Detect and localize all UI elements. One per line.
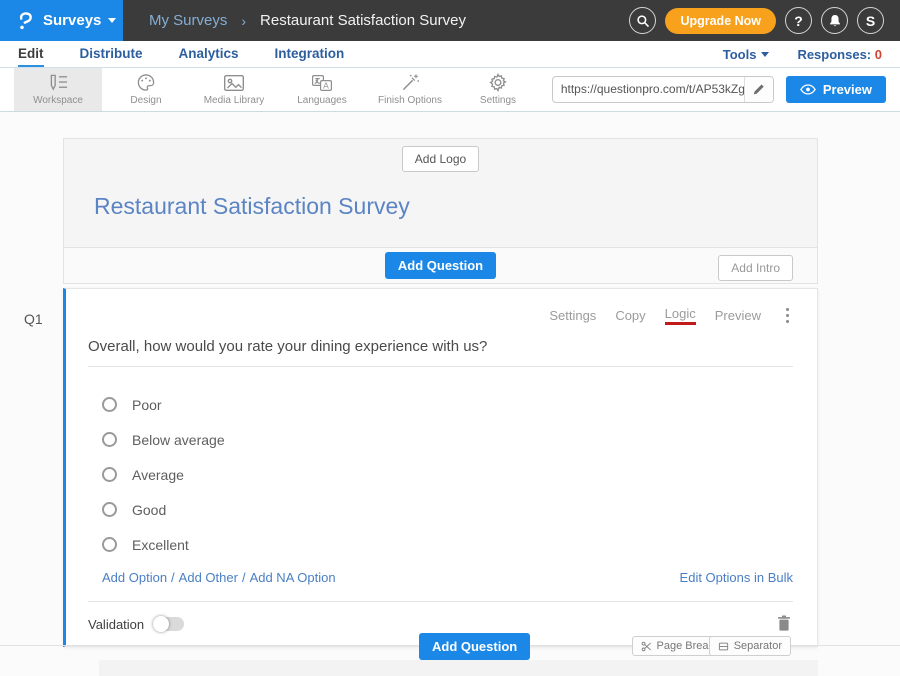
add-intro-button[interactable]: Add Intro: [718, 255, 793, 281]
settings-icon: [488, 73, 508, 92]
top-bar: Surveys My Surveys › Restaurant Satisfac…: [0, 0, 900, 41]
breadcrumb-separator: ›: [241, 13, 246, 29]
trash-icon: [777, 615, 791, 631]
add-logo-button[interactable]: Add Logo: [402, 146, 479, 172]
toolbar-item-finish-options[interactable]: Finish Options: [366, 68, 454, 111]
upgrade-now-button[interactable]: Upgrade Now: [665, 8, 776, 34]
radio-icon[interactable]: [102, 502, 117, 517]
edit-options-in-bulk-link[interactable]: Edit Options in Bulk: [680, 570, 793, 585]
add-question-row: Add Question Add Intro: [63, 248, 818, 284]
eye-icon: [800, 84, 816, 95]
delete-question-button[interactable]: [775, 613, 793, 636]
bell-icon: [828, 14, 842, 28]
edit-toolbar: Workspace Design Media Library A Languag…: [0, 68, 900, 112]
toolbar-item-workspace[interactable]: Workspace: [14, 68, 102, 111]
edit-url-button[interactable]: [744, 77, 773, 102]
question-logic-link[interactable]: Logic: [665, 306, 696, 325]
separator-icon: [718, 641, 729, 652]
add-other-link[interactable]: Add Other: [179, 570, 238, 585]
languages-icon: A: [311, 74, 333, 92]
questionpro-logo-icon: [18, 11, 34, 31]
topbar-actions: Upgrade Now ? S: [629, 7, 900, 34]
tools-menu[interactable]: Tools: [723, 47, 770, 62]
survey-nav: Edit Distribute Analytics Integration To…: [0, 41, 900, 68]
responses-count: 0: [875, 47, 882, 62]
question-settings-link[interactable]: Settings: [549, 308, 596, 323]
question-preview-link[interactable]: Preview: [715, 308, 761, 323]
radio-icon[interactable]: [102, 537, 117, 552]
share-url-field: https://questionpro.com/t/AP53kZgTV: [552, 76, 774, 103]
survey-header: Add Logo Restaurant Satisfaction Survey: [63, 138, 818, 248]
chevron-down-icon: [761, 52, 769, 57]
add-question-button-top[interactable]: Add Question: [385, 252, 496, 279]
validation-toggle[interactable]: [153, 617, 184, 631]
radio-icon[interactable]: [102, 397, 117, 412]
nav-tabs: Edit Distribute Analytics Integration: [18, 41, 344, 67]
option-row[interactable]: Excellent: [102, 527, 793, 562]
share-url-text[interactable]: https://questionpro.com/t/AP53kZgTV: [553, 77, 744, 102]
radio-icon[interactable]: [102, 467, 117, 482]
question-copy-link[interactable]: Copy: [615, 308, 645, 323]
toolbar-item-media-library[interactable]: Media Library: [190, 68, 278, 111]
search-icon: [636, 14, 650, 28]
survey-card: Add Logo Restaurant Satisfaction Survey …: [63, 138, 818, 647]
svg-text:A: A: [323, 80, 329, 90]
question-more-menu[interactable]: [782, 305, 793, 325]
notifications-button[interactable]: [821, 7, 848, 34]
question-card: Settings Copy Logic Preview Overall, how…: [63, 288, 818, 647]
option-row[interactable]: Below average: [102, 422, 793, 457]
scissors-icon: [641, 641, 652, 652]
workspace-icon: [48, 73, 69, 92]
search-button[interactable]: [629, 7, 656, 34]
option-links-row: Add Option/Add Other/Add NA Option Edit …: [102, 570, 793, 585]
survey-canvas: Q1 Add Logo Restaurant Satisfaction Surv…: [0, 112, 900, 676]
option-row[interactable]: Average: [102, 457, 793, 492]
nav-right: Tools Responses: 0: [723, 41, 882, 67]
separator-button[interactable]: Separator: [709, 636, 791, 656]
validation-label: Validation: [88, 617, 144, 632]
help-button[interactable]: ?: [785, 7, 812, 34]
add-na-option-link[interactable]: Add NA Option: [250, 570, 336, 585]
product-switcher[interactable]: Surveys: [0, 0, 123, 41]
tab-integration[interactable]: Integration: [275, 41, 345, 67]
add-option-link[interactable]: Add Option: [102, 570, 167, 585]
answer-options: Poor Below average Average Good Excellen…: [102, 387, 793, 562]
toolbar-item-languages[interactable]: A Languages: [278, 68, 366, 111]
option-row[interactable]: Poor: [102, 387, 793, 422]
breadcrumb-my-surveys[interactable]: My Surveys: [149, 12, 227, 29]
pencil-icon: [752, 83, 765, 96]
survey-title[interactable]: Restaurant Satisfaction Survey: [64, 172, 817, 247]
radio-icon[interactable]: [102, 432, 117, 447]
avatar[interactable]: S: [857, 7, 884, 34]
media-library-icon: [223, 74, 245, 92]
preview-button[interactable]: Preview: [786, 76, 886, 103]
toolbar-item-design[interactable]: Design: [102, 68, 190, 111]
design-icon: [136, 73, 156, 92]
question-actions: Settings Copy Logic Preview: [88, 305, 793, 325]
chevron-down-icon: [108, 18, 116, 23]
question-text[interactable]: Overall, how would you rate your dining …: [88, 338, 793, 367]
tab-analytics[interactable]: Analytics: [179, 41, 239, 67]
breadcrumb-survey-title: Restaurant Satisfaction Survey: [260, 12, 466, 29]
breadcrumb: My Surveys › Restaurant Satisfaction Sur…: [149, 12, 466, 29]
question-number: Q1: [24, 311, 43, 327]
product-name: Surveys: [43, 12, 116, 29]
toolbar-item-settings[interactable]: Settings: [454, 68, 542, 111]
responses-counter[interactable]: Responses: 0: [797, 47, 882, 62]
next-section-placeholder: [99, 660, 818, 676]
finish-options-icon: [400, 73, 420, 92]
tab-edit[interactable]: Edit: [18, 41, 44, 67]
option-row[interactable]: Good: [102, 492, 793, 527]
tab-distribute[interactable]: Distribute: [80, 41, 143, 67]
add-question-button-bottom[interactable]: Add Question: [419, 633, 530, 660]
